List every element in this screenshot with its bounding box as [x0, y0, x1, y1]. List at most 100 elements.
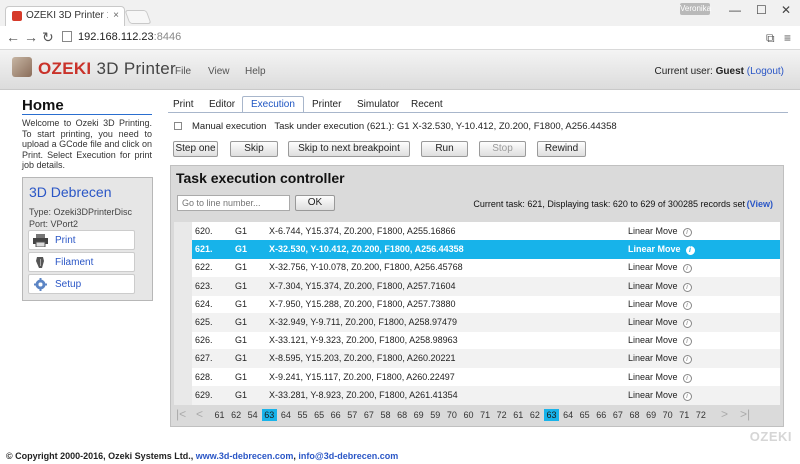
device-name[interactable]: 3D Debrecen — [29, 184, 112, 200]
new-tab-button[interactable] — [124, 10, 152, 24]
tab-print[interactable]: Print — [173, 99, 194, 110]
table-row[interactable]: 623. G1 X-7.304, Y15.374, Z0.200, F1800, A… — [174, 276, 780, 296]
page-link[interactable]: 61 — [511, 409, 526, 421]
info-icon[interactable]: i — [682, 373, 692, 383]
page-link[interactable]: 67 — [361, 409, 376, 421]
info-icon[interactable]: i — [682, 319, 692, 328]
info-icon[interactable]: i — [682, 337, 692, 347]
window-close-icon[interactable]: ✕ — [781, 3, 791, 17]
page-link[interactable]: 63 — [544, 409, 559, 421]
page-link[interactable]: 55 — [295, 409, 310, 421]
page-link[interactable]: 72 — [693, 409, 708, 421]
stop-button[interactable]: Stop — [479, 141, 526, 157]
row-selector[interactable] — [174, 276, 192, 296]
table-row[interactable]: 626. G1 X-33.121, Y-9.323, Z0.200, F1800, … — [174, 331, 780, 351]
row-selector[interactable] — [174, 258, 192, 278]
info-icon[interactable]: i — [682, 391, 692, 401]
goto-line-input[interactable] — [177, 195, 290, 211]
page-link[interactable]: 63 — [261, 409, 277, 421]
page-link[interactable]: 67 — [610, 409, 625, 421]
print-button[interactable]: Print — [28, 230, 135, 250]
setup-button[interactable]: Setup — [28, 274, 135, 294]
menu-icon[interactable]: ≡ — [784, 32, 796, 44]
tab-editor[interactable]: Editor — [209, 99, 235, 110]
page-link[interactable]: 64 — [561, 409, 576, 421]
tab-printer[interactable]: Printer — [312, 99, 341, 110]
rewind-button[interactable]: Rewind — [537, 141, 586, 157]
page-link[interactable]: 65 — [312, 409, 327, 421]
page-link[interactable]: 68 — [395, 409, 410, 421]
row-selector[interactable] — [174, 367, 192, 387]
row-selector[interactable] — [174, 222, 192, 241]
view-link[interactable]: (View) — [747, 199, 773, 209]
page-link[interactable]: 64 — [278, 409, 293, 421]
reload-icon[interactable]: ↻ — [42, 30, 54, 44]
skip-button[interactable]: Skip — [230, 141, 278, 157]
row-selector[interactable] — [174, 349, 192, 369]
info-icon[interactable]: i — [682, 228, 692, 237]
next-page-icon[interactable]: > — [721, 407, 728, 421]
page-link[interactable]: 54 — [245, 409, 260, 421]
skip-to-breakpoint-button[interactable]: Skip to next breakpoint — [288, 141, 410, 157]
step-one-button[interactable]: Step one — [173, 141, 218, 157]
tab-recent[interactable]: Recent — [411, 99, 443, 110]
goto-ok-button[interactable]: OK — [295, 195, 335, 211]
back-icon[interactable]: ← — [6, 30, 20, 44]
page-link[interactable]: 59 — [428, 409, 443, 421]
page-link[interactable]: 70 — [444, 409, 459, 421]
logout-link[interactable]: (Logout) — [747, 66, 784, 77]
email-link[interactable]: info@3d-debrecen.com — [298, 451, 398, 461]
page-link[interactable]: 71 — [478, 409, 493, 421]
last-page-icon[interactable]: >| — [740, 407, 750, 421]
table-row[interactable]: 625. G1 X-32.949, Y-9.711, Z0.200, F1800, … — [174, 313, 780, 332]
page-link[interactable]: 69 — [411, 409, 426, 421]
info-icon[interactable]: i — [685, 246, 695, 256]
table-row-active[interactable]: 621. G1 X-32.530, Y-10.412, Z0.200, F1800,… — [174, 240, 780, 260]
page-link[interactable]: 72 — [494, 409, 509, 421]
page-link[interactable]: 66 — [594, 409, 609, 421]
row-selector[interactable] — [174, 294, 192, 314]
forward-icon[interactable]: → — [24, 30, 38, 44]
page-link[interactable]: 68 — [627, 409, 642, 421]
row-selector[interactable] — [174, 313, 192, 332]
page-link[interactable]: 71 — [677, 409, 692, 421]
table-row[interactable]: 629. G1 X-33.281, Y-8.923, Z0.200, F1800, … — [174, 385, 780, 405]
extension-icon[interactable]: ⧉ — [766, 32, 778, 44]
page-link[interactable]: 57 — [345, 409, 360, 421]
row-selector[interactable] — [174, 331, 192, 351]
row-selector[interactable] — [174, 240, 192, 260]
maximize-icon[interactable]: ☐ — [756, 3, 767, 17]
address-bar[interactable]: 192.168.112.23:8446 — [62, 29, 752, 46]
info-icon[interactable]: i — [682, 264, 692, 274]
page-link[interactable]: 62 — [527, 409, 542, 421]
table-row[interactable]: 627. G1 X-8.595, Y15.203, Z0.200, F1800, A… — [174, 349, 780, 369]
page-link[interactable]: 66 — [328, 409, 343, 421]
table-row[interactable]: 622. G1 X-32.756, Y-10.078, Z0.200, F1800,… — [174, 258, 780, 278]
table-row[interactable]: 624. G1 X-7.950, Y15.288, Z0.200, F1800, A… — [174, 294, 780, 314]
first-page-icon[interactable]: |< — [176, 407, 186, 421]
page-link[interactable]: 70 — [660, 409, 675, 421]
minimize-icon[interactable]: — — [729, 3, 741, 17]
filament-button[interactable]: Filament — [28, 252, 135, 272]
page-link[interactable]: 62 — [229, 409, 244, 421]
info-icon[interactable]: i — [682, 355, 692, 365]
menu-view[interactable]: View — [208, 66, 230, 77]
row-selector[interactable] — [174, 385, 192, 405]
prev-page-icon[interactable]: < — [196, 407, 203, 421]
info-icon[interactable]: i — [682, 300, 692, 310]
tab-simulator[interactable]: Simulator — [357, 99, 399, 110]
page-link[interactable]: 58 — [378, 409, 393, 421]
menu-file[interactable]: File — [175, 66, 191, 77]
run-button[interactable]: Run — [421, 141, 468, 157]
manual-execution-checkbox[interactable] — [174, 122, 182, 130]
page-link[interactable]: 65 — [577, 409, 592, 421]
tab-close-icon[interactable]: × — [113, 10, 119, 21]
table-row[interactable]: 628. G1 X-9.241, Y15.117, Z0.200, F1800, A… — [174, 367, 780, 387]
browser-tab[interactable]: OZEKI 3D Printer 1.1.0 (19... × — [5, 6, 125, 26]
profile-badge[interactable]: Veronika — [680, 3, 711, 15]
info-icon[interactable]: i — [682, 282, 692, 292]
tab-execution[interactable]: Execution — [242, 96, 304, 113]
website-link[interactable]: www.3d-debrecen.com — [196, 451, 294, 461]
table-row[interactable]: 620. G1 X-6.744, Y15.374, Z0.200, F1800, A… — [174, 222, 780, 241]
page-link[interactable]: 69 — [644, 409, 659, 421]
